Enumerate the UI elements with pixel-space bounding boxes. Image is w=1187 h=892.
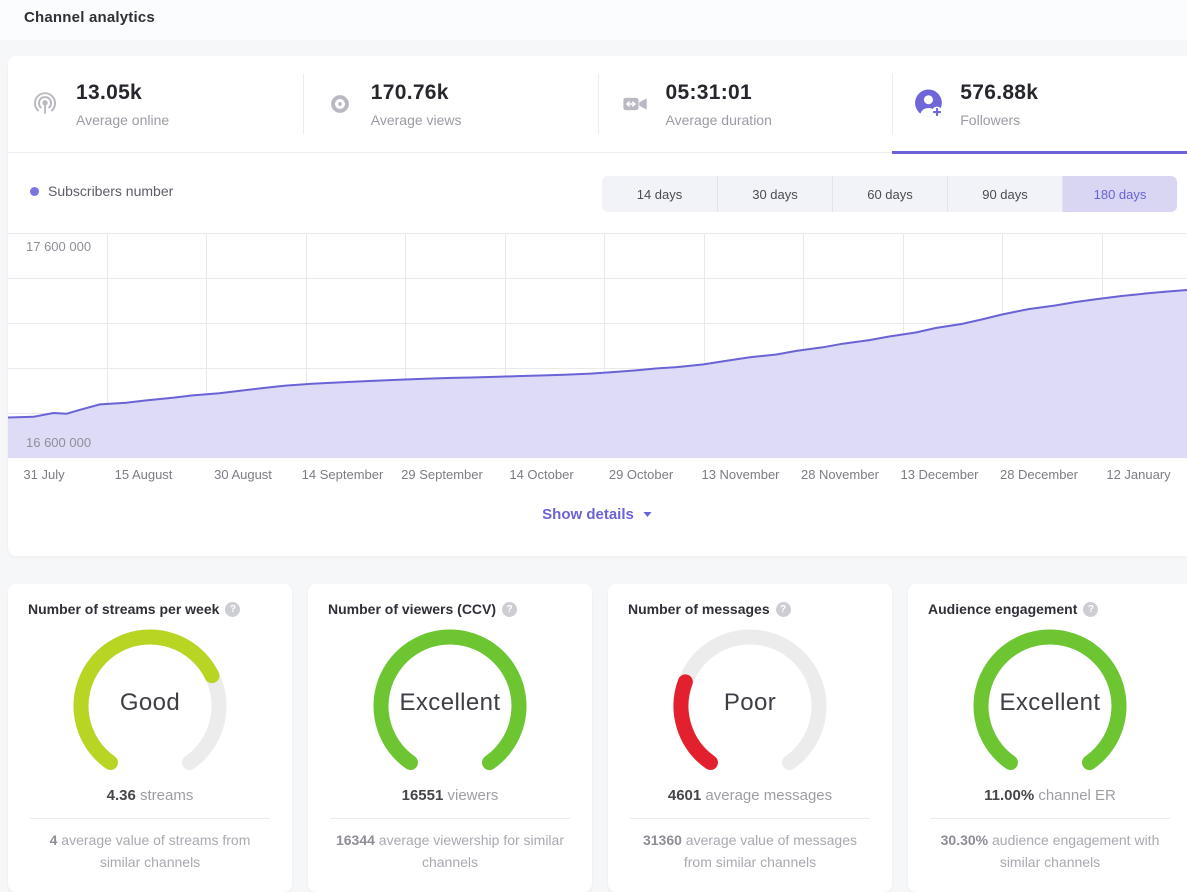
page-title: Channel analytics — [24, 9, 155, 26]
benchmark-card-title: Number of streams per week — [28, 601, 219, 617]
x-axis-tick-label: 29 September — [401, 467, 483, 482]
x-axis-tick-label: 30 August — [214, 467, 272, 482]
help-icon[interactable]: ? — [225, 602, 240, 617]
divider — [930, 818, 1170, 819]
x-axis-tick-label: 15 August — [115, 467, 173, 482]
gauge: Poor — [660, 623, 840, 783]
gauge: Good — [60, 623, 240, 783]
channel-analytics-page: Channel analytics 13.05k Average online … — [0, 0, 1187, 892]
views-icon — [327, 91, 353, 117]
divider — [330, 818, 570, 819]
benchmark-comparison-text: 31360 average value of messages from sim… — [628, 830, 872, 873]
stat-value: 13.05k — [76, 81, 169, 105]
date-range-selector: 14 days30 days60 days90 days180 days — [602, 176, 1177, 212]
x-axis-tick-label: 28 November — [801, 467, 879, 482]
stat-label: Average online — [76, 112, 169, 128]
range-option-60-days[interactable]: 60 days — [832, 176, 947, 212]
benchmark-card-title: Audience engagement — [928, 601, 1077, 617]
benchmark-card-number-of-messages: Number of messages ? Poor 4601 average m… — [608, 584, 892, 892]
legend-dot — [30, 187, 39, 196]
benchmark-cards-row: Number of streams per week ? Good 4.36 s… — [8, 584, 1187, 892]
stat-tab-average-online[interactable]: 13.05k Average online — [8, 56, 303, 152]
chart-canvas — [8, 233, 1187, 458]
help-icon[interactable]: ? — [1083, 602, 1098, 617]
gauge-rating-label: Poor — [660, 623, 840, 783]
top-bar — [0, 0, 1187, 40]
benchmark-card-title: Number of messages — [628, 601, 770, 617]
help-icon[interactable]: ? — [776, 602, 791, 617]
stat-value: 576.88k — [960, 81, 1038, 105]
follower-add-icon — [914, 89, 944, 119]
show-details-label: Show details — [542, 506, 634, 523]
benchmark-card-title: Number of viewers (CCV) — [328, 601, 496, 617]
y-axis-label-max: 17 600 000 — [26, 239, 91, 254]
benchmark-card-number-of-streams-per-week: Number of streams per week ? Good 4.36 s… — [8, 584, 292, 892]
x-axis-tick-label: 28 December — [1000, 467, 1078, 482]
benchmark-card-value: 16551 viewers — [328, 787, 572, 804]
subscribers-area-chart: 17 600 000 16 600 000 — [8, 233, 1187, 458]
benchmark-card-audience-engagement: Audience engagement ? Excellent 11.00% c… — [908, 584, 1187, 892]
show-details-button[interactable]: Show details — [8, 506, 1187, 523]
range-option-180-days[interactable]: 180 days — [1062, 176, 1177, 212]
broadcast-icon — [31, 90, 59, 118]
benchmark-comparison-text: 30.30% audience engagement with similar … — [928, 830, 1172, 873]
range-option-14-days[interactable]: 14 days — [602, 176, 717, 212]
benchmark-card-value: 4.36 streams — [28, 787, 272, 804]
stats-tab-row: 13.05k Average online 170.76k Average vi… — [8, 56, 1187, 153]
divider — [30, 818, 270, 819]
y-axis-label-min: 16 600 000 — [26, 435, 91, 450]
benchmark-card-value: 4601 average messages — [628, 787, 872, 804]
x-axis-tick-label: 13 November — [701, 467, 779, 482]
gauge-rating-label: Good — [60, 623, 240, 783]
stat-tab-average-views[interactable]: 170.76k Average views — [303, 56, 598, 152]
x-axis-tick-label: 14 October — [509, 467, 573, 482]
gauge: Excellent — [360, 623, 540, 783]
analytics-card: 13.05k Average online 170.76k Average vi… — [8, 56, 1187, 556]
x-axis-tick-label: 13 December — [900, 467, 978, 482]
benchmark-comparison-text: 4 average value of streams from similar … — [28, 830, 272, 873]
legend-label: Subscribers number — [48, 183, 173, 199]
stat-label: Followers — [960, 112, 1038, 128]
x-axis-tick-label: 14 September — [302, 467, 384, 482]
range-option-90-days[interactable]: 90 days — [947, 176, 1062, 212]
benchmark-comparison-text: 16344 average viewership for similar cha… — [328, 830, 572, 873]
stat-tab-average-duration[interactable]: 05:31:01 Average duration — [598, 56, 893, 152]
camera-icon — [621, 90, 649, 118]
stat-label: Average views — [371, 112, 462, 128]
gauge: Excellent — [960, 623, 1140, 783]
help-icon[interactable]: ? — [502, 602, 517, 617]
legend-subscribers-number: Subscribers number — [30, 183, 173, 199]
x-axis-tick-label: 31 July — [23, 467, 64, 482]
stat-label: Average duration — [666, 112, 772, 128]
chart-controls-row: Subscribers number 14 days30 days60 days… — [8, 153, 1187, 233]
divider — [630, 818, 870, 819]
x-axis-tick-label: 29 October — [609, 467, 673, 482]
x-axis-tick-label: 12 January — [1106, 467, 1170, 482]
stat-value: 170.76k — [371, 81, 462, 105]
range-option-30-days[interactable]: 30 days — [717, 176, 832, 212]
benchmark-card-number-of-viewers-ccv: Number of viewers (CCV) ? Excellent 1655… — [308, 584, 592, 892]
benchmark-card-value: 11.00% channel ER — [928, 787, 1172, 804]
gauge-rating-label: Excellent — [960, 623, 1140, 783]
stat-tab-followers[interactable]: 576.88k Followers — [892, 56, 1187, 152]
chevron-down-icon — [642, 511, 653, 518]
x-axis-labels: 31 July 15 August 30 August 14 September 29 … — [8, 458, 1187, 492]
gauge-rating-label: Excellent — [360, 623, 540, 783]
stat-value: 05:31:01 — [666, 81, 772, 105]
